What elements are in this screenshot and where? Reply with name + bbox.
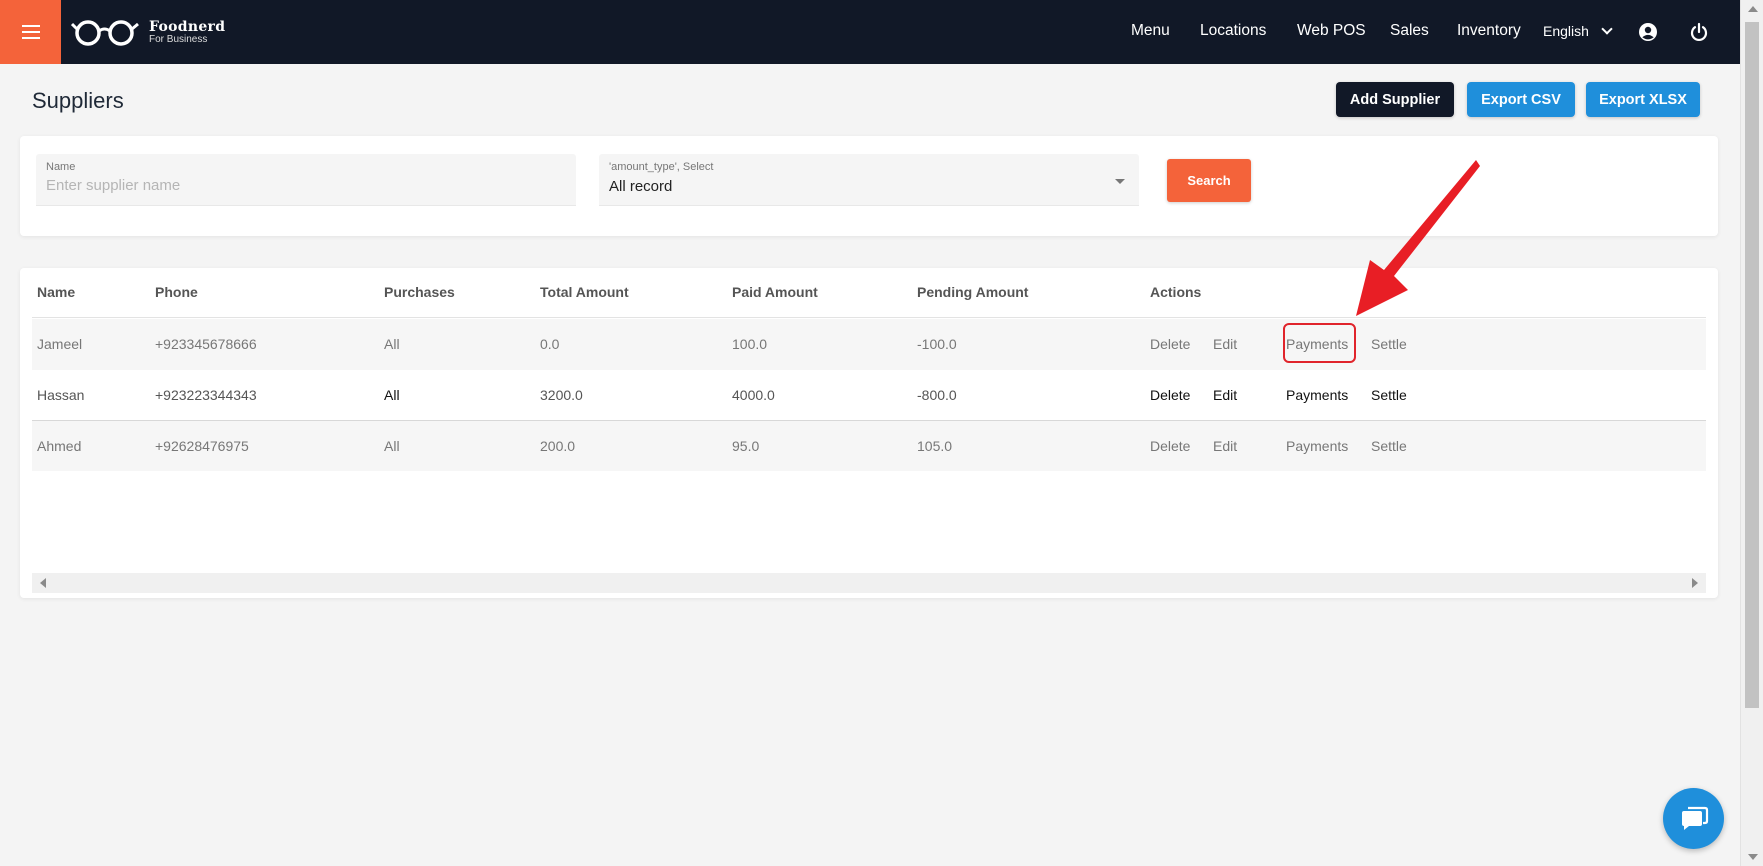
supplier-name-input[interactable] [46, 177, 546, 194]
page-title: Suppliers [32, 88, 124, 113]
edit-action[interactable]: Edit [1213, 438, 1237, 454]
scroll-right-icon[interactable] [1692, 578, 1698, 588]
paid-amount-cell: 95.0 [732, 438, 760, 454]
chat-bubble-icon [1681, 806, 1708, 830]
nav-menu[interactable]: Menu [1131, 22, 1170, 40]
account-circle-icon[interactable] [1638, 22, 1658, 42]
payments-highlight-box [1283, 323, 1356, 363]
total-amount-cell: 0.0 [540, 336, 560, 352]
payments-action[interactable]: Payments [1286, 387, 1348, 403]
paid-amount-cell: 100.0 [732, 336, 768, 352]
scroll-up-icon[interactable] [1748, 6, 1758, 12]
main-nav: Menu Locations Web POS Sales Inventory E… [0, 0, 1763, 64]
filter-card: Name 'amount_type', Select All record Se… [20, 136, 1718, 236]
total-amount-cell: 3200.0 [540, 387, 583, 403]
total-amount-cell: 200.0 [540, 438, 576, 454]
nav-locations[interactable]: Locations [1200, 22, 1266, 40]
add-supplier-button[interactable]: Add Supplier [1336, 82, 1454, 117]
phone-cell: +923345678666 [155, 336, 257, 352]
amount-type-label: 'amount_type', Select [609, 161, 714, 173]
col-actions-header: Actions [1150, 284, 1202, 300]
power-icon[interactable] [1689, 22, 1709, 42]
language-selector[interactable]: English [1543, 23, 1613, 39]
scrollbar-thumb[interactable] [1745, 22, 1759, 708]
vertical-scrollbar[interactable] [1740, 0, 1763, 866]
phone-cell: +923223344343 [155, 387, 257, 403]
delete-action[interactable]: Delete [1150, 336, 1190, 352]
suppliers-table: Name Phone Purchases Total Amount Paid A… [20, 268, 1718, 598]
search-button[interactable]: Search [1167, 159, 1251, 202]
edit-action[interactable]: Edit [1213, 336, 1237, 352]
supplier-name-cell: Hassan [37, 387, 85, 403]
supplier-name-cell: Jameel [37, 336, 83, 352]
col-name-header[interactable]: Name [37, 284, 75, 300]
pending-amount-cell: 105.0 [917, 438, 953, 454]
purchases-cell[interactable]: All [384, 438, 400, 454]
col-paid-amount-header[interactable]: Paid Amount [732, 284, 818, 300]
col-purchases-header[interactable]: Purchases [384, 284, 455, 300]
delete-action[interactable]: Delete [1150, 438, 1190, 454]
settle-action[interactable]: Settle [1371, 387, 1407, 403]
amount-type-select[interactable]: 'amount_type', Select All record [599, 154, 1139, 206]
col-total-amount-header[interactable]: Total Amount [540, 284, 629, 300]
scroll-down-icon[interactable] [1748, 854, 1758, 860]
table-row: Ahmed +92628476975 All 200.0 95.0 105.0 … [32, 420, 1706, 471]
pending-amount-cell: -100.0 [917, 336, 957, 352]
dropdown-caret-icon [1115, 179, 1125, 184]
purchases-cell[interactable]: All [384, 387, 400, 403]
table-header-row: Name Phone Purchases Total Amount Paid A… [32, 268, 1706, 318]
paid-amount-cell: 4000.0 [732, 387, 775, 403]
delete-action[interactable]: Delete [1150, 387, 1190, 403]
amount-type-value: All record [609, 178, 673, 195]
language-label: English [1543, 23, 1589, 39]
phone-cell: +92628476975 [155, 438, 249, 454]
nav-web-pos[interactable]: Web POS [1297, 22, 1366, 40]
nav-inventory[interactable]: Inventory [1457, 22, 1521, 40]
scroll-left-icon[interactable] [40, 578, 46, 588]
chevron-down-icon [1601, 23, 1613, 35]
name-filter-label: Name [46, 161, 76, 173]
purchases-cell[interactable]: All [384, 336, 400, 352]
edit-action[interactable]: Edit [1213, 387, 1237, 403]
supplier-name-cell: Ahmed [37, 438, 82, 454]
col-phone-header[interactable]: Phone [155, 284, 198, 300]
chat-widget-button[interactable] [1663, 788, 1724, 849]
payments-action[interactable]: Payments [1286, 438, 1348, 454]
pending-amount-cell: -800.0 [917, 387, 957, 403]
export-xlsx-button[interactable]: Export XLSX [1586, 82, 1700, 117]
name-filter-field[interactable]: Name [36, 154, 576, 206]
settle-action[interactable]: Settle [1371, 438, 1407, 454]
settle-action[interactable]: Settle [1371, 336, 1407, 352]
table-row: Hassan +923223344343 All 3200.0 4000.0 -… [32, 370, 1706, 421]
nav-sales[interactable]: Sales [1390, 22, 1429, 40]
col-pending-amount-header[interactable]: Pending Amount [917, 284, 1028, 300]
horizontal-scrollbar[interactable] [32, 573, 1706, 593]
table-row: Jameel +923345678666 All 0.0 100.0 -100.… [32, 319, 1706, 370]
export-csv-button[interactable]: Export CSV [1467, 82, 1575, 117]
